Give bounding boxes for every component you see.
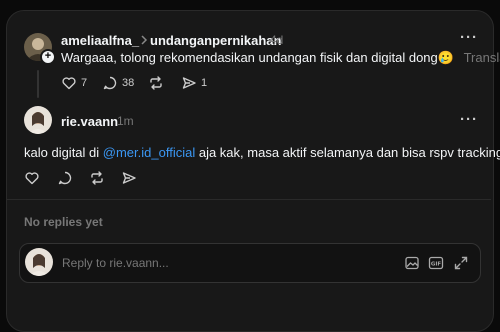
thread-connector-line bbox=[37, 70, 39, 98]
reply-author-name[interactable]: rie.vaann bbox=[61, 114, 118, 129]
post-author-name[interactable]: ameliaalfna_ bbox=[61, 33, 139, 48]
expand-icon[interactable] bbox=[453, 255, 469, 276]
translate-link[interactable]: Translate bbox=[464, 50, 500, 65]
post-timestamp: 4d bbox=[270, 33, 284, 47]
comment-icon bbox=[58, 171, 72, 185]
send-icon bbox=[182, 77, 196, 89]
reply-repost-button[interactable] bbox=[89, 170, 105, 186]
like-button[interactable]: 7 bbox=[61, 75, 87, 91]
reply-timestamp: 1m bbox=[117, 114, 134, 128]
reply-like-button[interactable] bbox=[24, 170, 40, 186]
reply-text-line: kalo digital di @mer.id_official aja kak… bbox=[24, 145, 500, 160]
share-count: 1 bbox=[201, 77, 208, 89]
post-more-options-button[interactable]: ··· bbox=[460, 29, 478, 46]
comment-button[interactable]: 38 bbox=[102, 75, 134, 91]
heart-icon bbox=[62, 77, 76, 90]
follow-plus-icon[interactable]: + bbox=[40, 49, 56, 65]
reply-share-button[interactable] bbox=[121, 170, 137, 186]
reply-author-avatar[interactable] bbox=[24, 106, 52, 134]
composer-avatar bbox=[25, 248, 53, 276]
share-button[interactable]: 1 bbox=[181, 75, 207, 91]
repost-icon bbox=[91, 171, 103, 185]
image-icon[interactable] bbox=[404, 255, 420, 276]
crying-face-emoji: 🥲 bbox=[437, 50, 454, 65]
no-replies-label: No replies yet bbox=[24, 215, 103, 229]
post-topic-tag[interactable]: undanganpernikahan bbox=[150, 33, 281, 48]
comment-count: 38 bbox=[122, 77, 135, 89]
section-divider bbox=[7, 199, 491, 200]
gif-icon[interactable]: GIF bbox=[428, 255, 444, 276]
like-count: 7 bbox=[81, 77, 88, 89]
repost-button[interactable] bbox=[148, 75, 164, 91]
post-text-line: Wargaaa, tolong rekomendasikan undangan … bbox=[61, 50, 500, 66]
send-icon bbox=[122, 172, 136, 184]
reply-more-options-button[interactable]: ··· bbox=[460, 111, 478, 128]
reply-text-start: kalo digital di bbox=[24, 145, 103, 160]
reply-input[interactable] bbox=[60, 253, 384, 273]
mention-link[interactable]: @mer.id_official bbox=[103, 145, 195, 160]
heart-icon bbox=[25, 172, 39, 185]
repost-icon bbox=[150, 76, 162, 90]
reply-comment-button[interactable] bbox=[57, 170, 73, 186]
reply-text-end: aja kak, masa aktif selamanya dan bisa r… bbox=[195, 145, 500, 160]
comment-icon bbox=[103, 76, 117, 90]
post-text: Wargaaa, tolong rekomendasikan undangan … bbox=[61, 50, 438, 65]
svg-text:GIF: GIF bbox=[431, 262, 442, 268]
